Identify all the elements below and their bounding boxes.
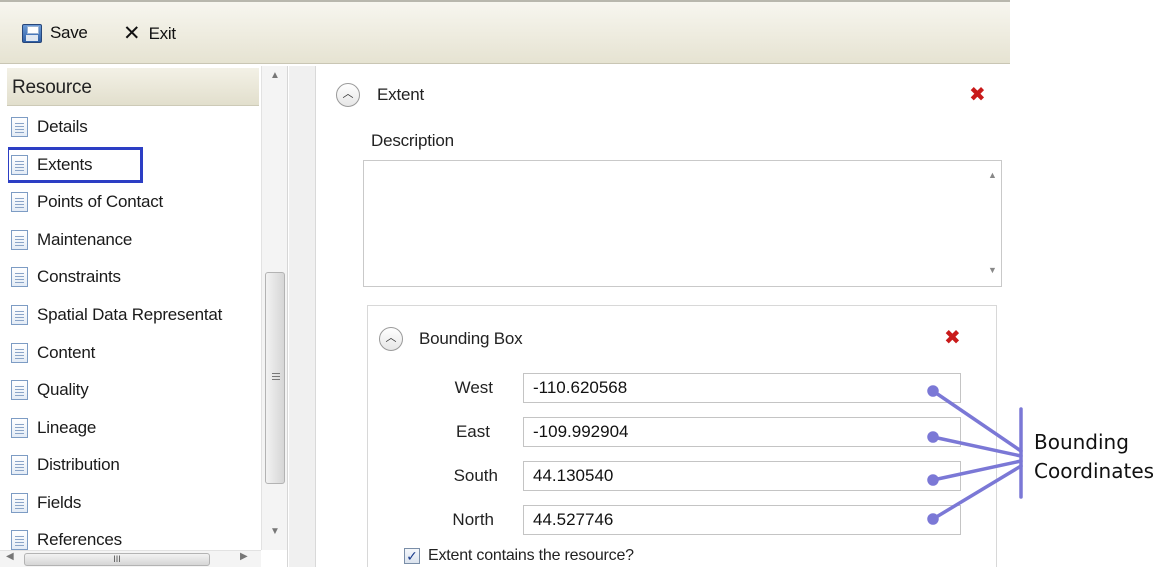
bounding-coordinates-annotation: Bounding Coordinates [1034, 428, 1154, 486]
annotation-line-1: Bounding [1034, 430, 1129, 454]
annotation-line-2: Coordinates [1034, 459, 1155, 483]
annotation-connector [927, 385, 1023, 525]
